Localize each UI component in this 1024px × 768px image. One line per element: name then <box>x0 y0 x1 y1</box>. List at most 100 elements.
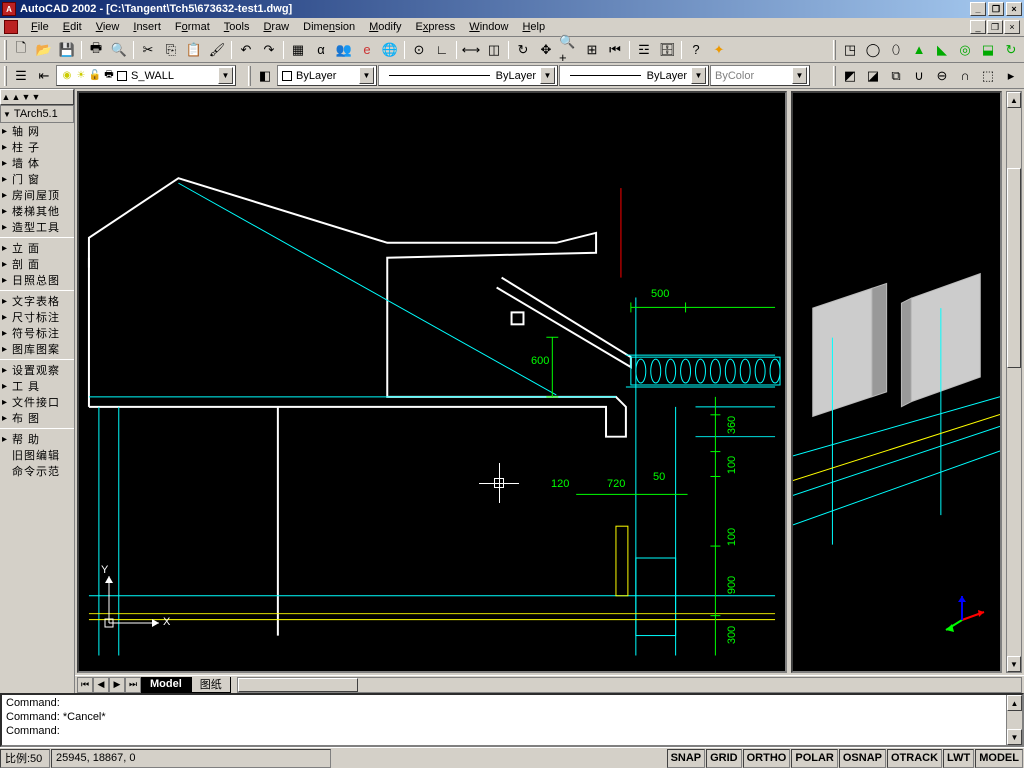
extrude-button[interactable]: ⬓ <box>977 39 999 61</box>
more-button[interactable]: ▸ <box>1000 65 1022 87</box>
ucs-button[interactable]: ∟ <box>431 39 453 61</box>
palette-item[interactable]: ▸图库图案 <box>0 341 74 357</box>
layer-prev-button[interactable]: ⇤ <box>33 65 55 87</box>
command-scrollbar[interactable]: ▲ ▼ <box>1006 695 1022 745</box>
model-viewport-left[interactable]: 500 600 120 720 50 360 100 100 900 300 <box>77 91 787 673</box>
palette-item[interactable]: ▸房间屋顶 <box>0 187 74 203</box>
mdi-minimize-button[interactable]: _ <box>970 20 986 34</box>
props-button[interactable]: ☲ <box>633 39 655 61</box>
menu-edit[interactable]: Edit <box>56 19 89 35</box>
print-button[interactable]: 🖶 <box>85 39 107 61</box>
cone-button[interactable]: ▲ <box>908 39 930 61</box>
status-toggle-osnap[interactable]: OSNAP <box>839 749 886 768</box>
status-toggle-lwt[interactable]: LWT <box>943 749 974 768</box>
autodesk-button[interactable]: α <box>310 39 332 61</box>
menu-window[interactable]: Window <box>462 19 515 35</box>
section-button[interactable]: ◪ <box>862 65 884 87</box>
toolbar-grip-props[interactable] <box>248 66 251 86</box>
new-button[interactable]: 🗋 <box>10 39 32 61</box>
wedge-button[interactable]: ◣ <box>931 39 953 61</box>
menu-file[interactable]: File <box>24 19 56 35</box>
active-assist-button[interactable]: ✦ <box>708 39 730 61</box>
cyl-button[interactable]: ⬯ <box>885 39 907 61</box>
scroll-down-icon[interactable]: ▼ <box>1007 729 1022 745</box>
tab-last-button[interactable]: ⏭ <box>125 677 141 693</box>
menu-tools[interactable]: Tools <box>217 19 257 35</box>
menu-format[interactable]: Format <box>168 19 217 35</box>
toolbar-grip-solids[interactable] <box>833 40 836 60</box>
horizontal-scrollbar[interactable] <box>237 677 1022 693</box>
palette-title[interactable]: ▼TArch5.1 <box>0 105 74 123</box>
palette-item[interactable]: ▸文件接口 <box>0 394 74 410</box>
close-button[interactable]: × <box>1006 2 1022 16</box>
save-button[interactable]: 💾 <box>56 39 78 61</box>
redo-button[interactable]: ↷ <box>258 39 280 61</box>
palette-scroll-buttons[interactable]: ▲▲▼▼ <box>0 89 74 105</box>
layer-dropdown[interactable]: ◉ ☀ 🔓 🖶 S_WALL ▼ <box>56 65 236 86</box>
scroll-down-icon[interactable]: ▼ <box>1007 656 1021 672</box>
palette-item[interactable]: ▸立 面 <box>0 240 74 256</box>
minimize-button[interactable]: _ <box>970 2 986 16</box>
subtract-button[interactable]: ⊖ <box>931 65 953 87</box>
menu-draw[interactable]: Draw <box>256 19 296 35</box>
status-toggle-model[interactable]: MODEL <box>975 749 1023 768</box>
status-toggle-ortho[interactable]: ORTHO <box>743 749 791 768</box>
copy-button[interactable]: ⎘ <box>160 39 182 61</box>
box-button[interactable]: ◳ <box>839 39 861 61</box>
scroll-up-icon[interactable]: ▲ <box>1007 695 1022 711</box>
lineweight-dropdown[interactable]: ByLayer ▼ <box>559 65 709 86</box>
layer-mgr-button[interactable]: ☰ <box>10 65 32 87</box>
union-button[interactable]: ∪ <box>908 65 930 87</box>
tab-prev-button[interactable]: ◀ <box>93 677 109 693</box>
undo-button[interactable]: ↶ <box>235 39 257 61</box>
publish-button[interactable]: e <box>356 39 378 61</box>
paste-button[interactable]: 📋 <box>183 39 205 61</box>
toolbar-grip-layers[interactable] <box>4 66 7 86</box>
status-scale[interactable]: 比例:50 <box>0 749 50 768</box>
matchprop-button[interactable]: 🖌 <box>206 39 228 61</box>
find-button[interactable]: 🌐 <box>379 39 401 61</box>
status-toggle-snap[interactable]: SNAP <box>667 749 706 768</box>
pan-button[interactable]: ✥ <box>535 39 557 61</box>
osnap-fly-button[interactable]: ⊙ <box>408 39 430 61</box>
tab-first-button[interactable]: ⏮ <box>77 677 93 693</box>
palette-item[interactable]: ▸日照总图 <box>0 272 74 288</box>
scroll-thumb[interactable] <box>1007 168 1021 368</box>
interfere-button[interactable]: ⧉ <box>885 65 907 87</box>
menu-view[interactable]: View <box>89 19 127 35</box>
palette-item[interactable]: ▸符号标注 <box>0 325 74 341</box>
zoom-win-button[interactable]: ⊞ <box>581 39 603 61</box>
sphere-button[interactable]: ◯ <box>862 39 884 61</box>
palette-item[interactable]: 命令示范 <box>0 463 74 479</box>
linetype-dropdown[interactable]: ByLayer ▼ <box>378 65 558 86</box>
tab-layout-1[interactable]: 图纸 <box>191 677 231 693</box>
palette-item[interactable]: ▸门 窗 <box>0 171 74 187</box>
dist-button[interactable]: ⟷ <box>460 39 482 61</box>
setup-button[interactable]: ⬚ <box>977 65 999 87</box>
zoom-rt-button[interactable]: 🔍+ <box>558 39 580 61</box>
revolve-button[interactable]: ↻ <box>1000 39 1022 61</box>
today-button[interactable]: ▦ <box>287 39 309 61</box>
palette-item[interactable]: ▸工 具 <box>0 378 74 394</box>
palette-item[interactable]: ▸文字表格 <box>0 293 74 309</box>
status-toggle-grid[interactable]: GRID <box>706 749 742 768</box>
menu-insert[interactable]: Insert <box>126 19 168 35</box>
palette-item[interactable]: ▸尺寸标注 <box>0 309 74 325</box>
status-toggle-polar[interactable]: POLAR <box>791 749 838 768</box>
redraw-button[interactable]: ↻ <box>512 39 534 61</box>
intersect-button[interactable]: ∩ <box>954 65 976 87</box>
palette-item[interactable]: ▸柱 子 <box>0 139 74 155</box>
mdi-restore-button[interactable]: ❐ <box>987 20 1003 34</box>
help-button[interactable]: ? <box>685 39 707 61</box>
tab-next-button[interactable]: ▶ <box>109 677 125 693</box>
mdi-close-button[interactable]: × <box>1004 20 1020 34</box>
zoom-prev-button[interactable]: ⏮ <box>604 39 626 61</box>
menu-help[interactable]: Help <box>515 19 552 35</box>
menu-dimension[interactable]: Dimension <box>296 19 362 35</box>
palette-item[interactable]: ▸设置观察 <box>0 362 74 378</box>
command-prompt[interactable]: Command: <box>6 724 1002 738</box>
scroll-thumb[interactable] <box>238 678 358 692</box>
area-button[interactable]: ◫ <box>483 39 505 61</box>
palette-item[interactable]: ▸帮 助 <box>0 431 74 447</box>
status-toggle-otrack[interactable]: OTRACK <box>887 749 942 768</box>
